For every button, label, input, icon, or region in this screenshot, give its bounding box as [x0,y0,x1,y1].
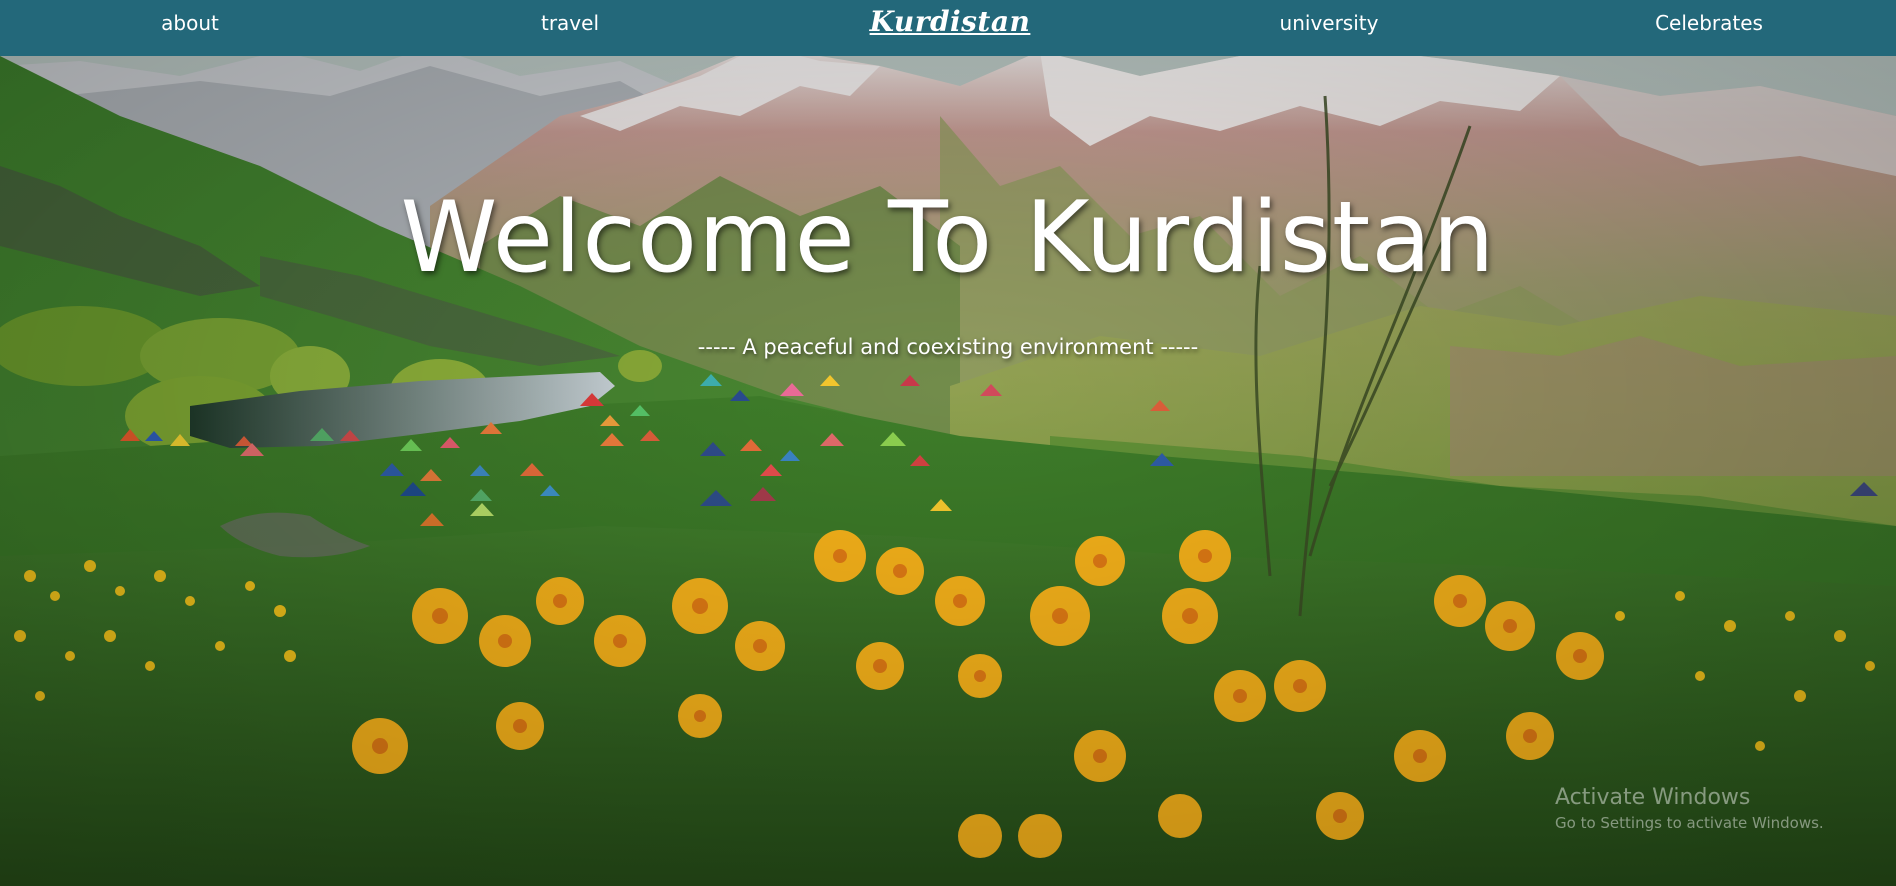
windows-activation-watermark: Activate Windows Go to Settings to activ… [1555,785,1824,832]
hero-title: Welcome To Kurdistan [400,181,1496,295]
nav-link-university[interactable]: university [1280,0,1379,46]
watermark-subtitle: Go to Settings to activate Windows. [1555,814,1824,832]
watermark-title: Activate Windows [1555,785,1751,810]
page: about travel Kurdistan university Celebr… [0,0,1896,886]
top-navbar: about travel Kurdistan university Celebr… [0,0,1896,56]
hero-subtitle: ----- A peaceful and coexisting environm… [697,335,1199,359]
hero-section: Welcome To Kurdistan ----- A peaceful an… [0,56,1896,886]
nav-link-travel[interactable]: travel [541,0,599,46]
nav-link-celebrates[interactable]: Celebrates [1655,0,1763,46]
brand-logo[interactable]: Kurdistan [870,0,1031,46]
nav-link-about[interactable]: about [161,0,219,46]
